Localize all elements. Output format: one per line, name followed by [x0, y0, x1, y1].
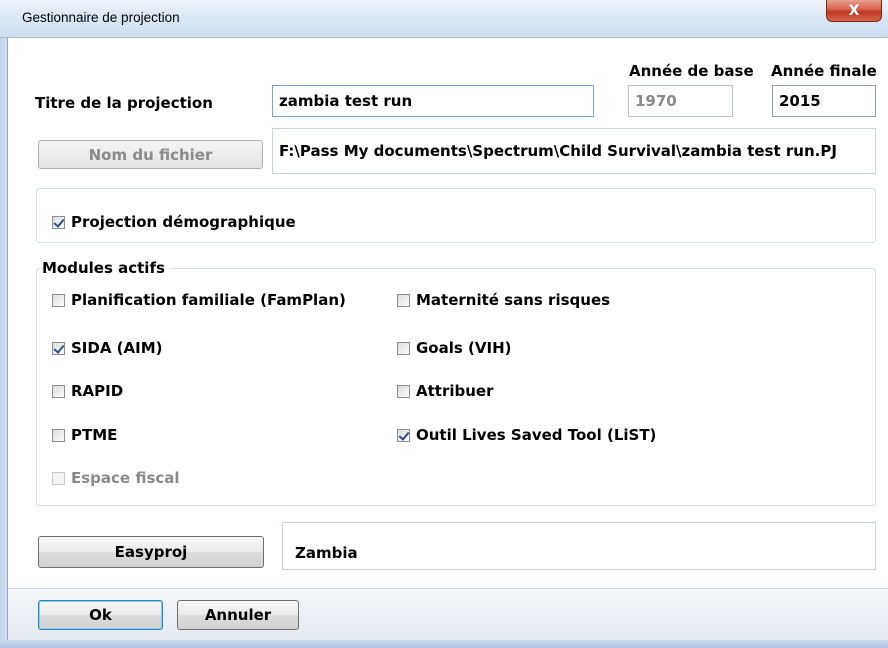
close-icon: X — [848, 2, 860, 19]
checkbox-unchecked-icon — [52, 384, 65, 398]
checkbox-unchecked-icon — [52, 293, 65, 307]
country-display: Zambia — [282, 522, 876, 570]
module-rapid-label: RAPID — [71, 382, 124, 400]
module-ptme-checkbox[interactable]: PTME — [52, 426, 117, 444]
checkbox-checked-icon — [397, 428, 410, 442]
module-aim-label: SIDA (AIM) — [71, 339, 163, 357]
window-left-border — [0, 38, 8, 640]
module-fiscal-checkbox[interactable]: Espace fiscal — [52, 469, 180, 487]
module-list-label: Outil Lives Saved Tool (LiST) — [416, 426, 657, 444]
checkbox-unchecked-icon — [397, 384, 410, 398]
module-famplan-checkbox[interactable]: Planification familiale (FamPlan) — [52, 291, 346, 309]
module-goals-checkbox[interactable]: Goals (VIH) — [397, 339, 512, 357]
file-name-button[interactable]: Nom du fichier — [38, 140, 263, 169]
module-aim-checkbox[interactable]: SIDA (AIM) — [52, 339, 163, 357]
projection-title-input[interactable]: zambia test run — [272, 85, 594, 117]
module-ptme-label: PTME — [71, 426, 118, 444]
checkbox-disabled-icon — [52, 471, 65, 485]
checkbox-unchecked-icon — [397, 293, 410, 307]
module-rapid-checkbox[interactable]: RAPID — [52, 382, 123, 400]
module-allocate-checkbox[interactable]: Attribuer — [397, 382, 493, 400]
file-path-display: F:\Pass My documents\Spectrum\Child Surv… — [272, 128, 876, 174]
module-goals-label: Goals (VIH) — [416, 339, 512, 357]
module-list-checkbox[interactable]: Outil Lives Saved Tool (LiST) — [397, 426, 656, 444]
module-fiscal-label: Espace fiscal — [71, 469, 180, 487]
module-allocate-label: Attribuer — [416, 382, 494, 400]
window-bottom-border — [0, 640, 888, 648]
cancel-button[interactable]: Annuler — [177, 600, 299, 630]
module-safe-motherhood-label: Maternité sans risques — [416, 291, 611, 309]
projection-title-label: Titre de la projection — [35, 94, 213, 112]
checkbox-checked-icon — [52, 341, 65, 355]
demographic-label: Projection démographique — [71, 213, 296, 231]
checkbox-unchecked-icon — [52, 428, 65, 442]
close-button[interactable]: X — [826, 0, 882, 22]
final-year-label: Année finale — [771, 62, 877, 80]
base-year-label: Année de base — [629, 62, 754, 80]
module-famplan-label: Planification familiale (FamPlan) — [71, 291, 346, 309]
ok-button[interactable]: Ok — [38, 600, 163, 630]
module-safe-motherhood-checkbox[interactable]: Maternité sans risques — [397, 291, 610, 309]
modules-group-label: Modules actifs — [42, 259, 170, 277]
demographic-checkbox[interactable]: Projection démographique — [52, 213, 296, 231]
base-year-input[interactable]: 1970 — [628, 85, 733, 117]
title-bar[interactable]: Gestionnaire de projection — [0, 0, 888, 38]
checkbox-checked-icon — [52, 215, 65, 229]
final-year-input[interactable]: 2015 — [772, 85, 876, 117]
easyproj-button[interactable]: Easyproj — [38, 536, 264, 568]
window-title: Gestionnaire de projection — [22, 10, 180, 25]
checkbox-unchecked-icon — [397, 341, 410, 355]
